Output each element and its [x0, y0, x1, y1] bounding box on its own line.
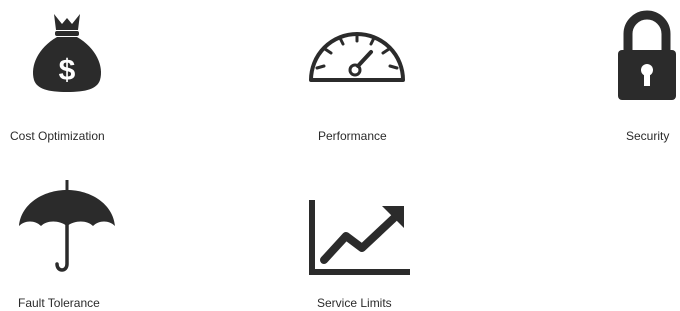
dollar-symbol: $ — [59, 54, 76, 87]
padlock-icon — [618, 10, 676, 100]
performance-label: Performance — [318, 129, 387, 143]
service-limits-label: Service Limits — [317, 296, 392, 310]
money-bag-icon: $ — [32, 14, 102, 92]
cost-optimization-label: Cost Optimization — [10, 129, 105, 143]
umbrella-icon — [19, 180, 115, 272]
fault-tolerance-label: Fault Tolerance — [18, 296, 100, 310]
trend-chart-icon — [309, 200, 410, 275]
security-label: Security — [626, 129, 670, 143]
speedometer-icon — [309, 32, 405, 82]
